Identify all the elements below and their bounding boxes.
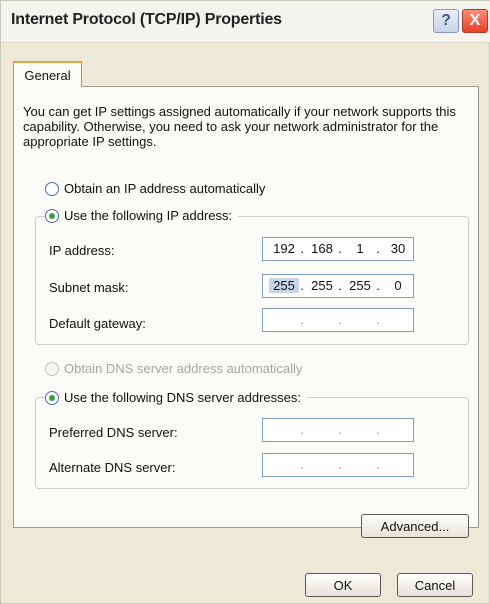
octet-separator: . (376, 422, 380, 437)
radio-use-following-dns[interactable]: Use the following DNS server addresses: (45, 390, 307, 405)
octet-separator: . (300, 457, 304, 472)
octet-separator: . (338, 422, 342, 437)
advanced-button[interactable]: Advanced... (361, 514, 469, 538)
octet-separator: . (300, 278, 304, 293)
default-gateway-input[interactable]: . . . (262, 308, 414, 332)
radio-button[interactable] (45, 390, 59, 405)
radio-obtain-dns-auto[interactable]: Obtain DNS server address automatically (45, 361, 309, 376)
radio-button[interactable] (45, 181, 59, 196)
octet-separator: . (300, 241, 304, 256)
properties-window: Internet Protocol (TCP/IP) Properties ? … (0, 0, 490, 604)
close-button[interactable]: X (462, 9, 488, 33)
use-following-dns-label: Use the following DNS server addresses: (64, 390, 301, 405)
octet-separator: . (338, 312, 342, 327)
window-title: Internet Protocol (TCP/IP) Properties (11, 11, 282, 28)
subnet-mask-label: Subnet mask: (49, 280, 129, 295)
octet-separator: . (376, 278, 380, 293)
subnet-octet-4: 0 (394, 278, 402, 293)
octet-separator: . (376, 241, 380, 256)
subnet-octet-1: 255 (269, 278, 299, 293)
octet-separator: . (338, 241, 342, 256)
obtain-ip-auto-label: Obtain an IP address automatically (64, 181, 266, 196)
default-gateway-label: Default gateway: (49, 316, 146, 331)
radio-use-following-ip[interactable]: Use the following IP address: (45, 208, 239, 223)
obtain-dns-auto-label: Obtain DNS server address automatically (64, 361, 303, 376)
ip-address-label: IP address: (49, 243, 115, 258)
radio-obtain-ip-auto[interactable]: Obtain an IP address automatically (45, 181, 272, 196)
radio-button[interactable] (45, 361, 59, 376)
cancel-button[interactable]: Cancel (397, 573, 473, 597)
tab-general[interactable]: General (13, 61, 82, 87)
subnet-octet-2: 255 (311, 278, 333, 293)
alternate-dns-input[interactable]: . . . (262, 453, 414, 477)
ip-octet-3: 1 (356, 241, 364, 256)
title-bar: Internet Protocol (TCP/IP) Properties ? … (1, 1, 490, 43)
ok-button[interactable]: OK (305, 573, 381, 597)
description-text: You can get IP settings assigned automat… (23, 104, 456, 149)
ip-octet-4: 30 (390, 241, 406, 256)
subnet-octet-3: 255 (349, 278, 371, 293)
preferred-dns-label: Preferred DNS server: (49, 425, 178, 440)
preferred-dns-input[interactable]: . . . (262, 418, 414, 442)
octet-separator: . (376, 312, 380, 327)
ip-octet-2: 168 (311, 241, 333, 256)
ip-octet-1: 192 (273, 241, 295, 256)
radio-button[interactable] (45, 208, 59, 223)
subnet-mask-input[interactable]: 255 . 255 . 255 . 0 (262, 274, 414, 298)
octet-separator: . (300, 312, 304, 327)
octet-separator: . (300, 422, 304, 437)
octet-separator: . (338, 278, 342, 293)
close-icon: X (469, 12, 481, 29)
alternate-dns-label: Alternate DNS server: (49, 460, 176, 475)
question-mark-icon: ? (441, 12, 451, 29)
ip-address-input[interactable]: 192 . 168 . 1 . 30 (262, 237, 414, 261)
octet-separator: . (376, 457, 380, 472)
octet-separator: . (338, 457, 342, 472)
help-button[interactable]: ? (433, 9, 459, 33)
use-following-ip-label: Use the following IP address: (64, 208, 233, 223)
